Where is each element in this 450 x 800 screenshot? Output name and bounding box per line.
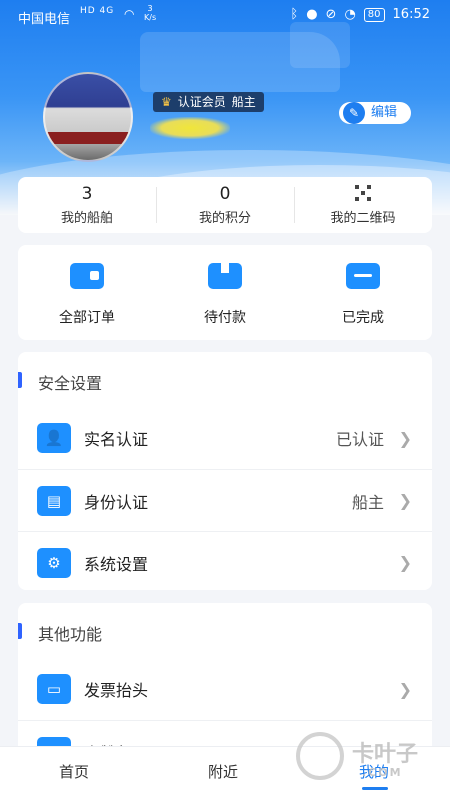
stats-card: 3 我的船舶 0 我的积分 我的二维码 <box>18 177 432 233</box>
edit-profile-label: 编辑 <box>371 105 398 120</box>
row-label: 系统设置 <box>84 554 149 574</box>
row-label: 身份认证 <box>84 492 149 512</box>
tab-home[interactable]: 首页 <box>59 761 89 782</box>
order-label: 已完成 <box>342 310 384 326</box>
member-badge: ♛ 认证会员 船主 <box>153 92 264 112</box>
stat-value: 0 <box>219 184 231 204</box>
alarm-icon: ◔ <box>344 7 356 22</box>
edit-profile-button[interactable]: ✎ 编辑 <box>339 102 411 124</box>
row-value: 已认证 <box>335 430 384 449</box>
stat-my-qrcode[interactable]: 我的二维码 <box>294 177 432 233</box>
section-title: 其他功能 <box>38 625 103 644</box>
stat-label: 我的积分 <box>198 211 251 226</box>
watermark-sub: .COM <box>362 766 403 779</box>
feather-icon: ✎ <box>343 102 365 124</box>
stat-value: 3 <box>81 184 93 204</box>
wallet-icon <box>70 263 104 289</box>
watermark-logo-icon <box>296 732 344 780</box>
id-card-icon: ▤ <box>37 485 71 516</box>
wifi-icon: ◠ <box>124 7 135 21</box>
network-speed: 3 K/s <box>144 4 156 22</box>
card-icon <box>346 263 380 289</box>
battery-icon: 80 <box>363 7 385 22</box>
orders-pending-payment-button[interactable]: 待付款 <box>156 245 294 340</box>
qr-code-icon <box>355 184 371 201</box>
chevron-right-icon: ❯ <box>398 679 412 699</box>
row-system-settings[interactable]: ⚙ 系统设置 ❯ <box>18 531 432 593</box>
row-value: 船主 <box>351 492 384 512</box>
network-indicator: HD 4G <box>80 6 115 16</box>
chevron-right-icon: ❯ <box>398 491 412 510</box>
row-label: 实名认证 <box>84 430 149 449</box>
stat-my-ships[interactable]: 3 我的船舶 <box>18 177 156 233</box>
member-badge-label: 认证会员 <box>177 95 226 109</box>
carrier-name: 中国电信 <box>18 12 71 27</box>
avatar[interactable] <box>43 72 133 162</box>
member-role: 船主 <box>231 95 256 109</box>
orders-all-button[interactable]: 全部订单 <box>18 245 156 340</box>
orders-card: 全部订单 待付款 已完成 <box>18 245 432 340</box>
stat-my-points[interactable]: 0 我的积分 <box>156 177 294 233</box>
chevron-right-icon: ❯ <box>398 428 412 448</box>
status-bar: 中国电信 HD 4G ◠ 3 K/s ᛒ ● ⊘ ◔ 80 16:52 <box>0 0 450 32</box>
location-icon: ● <box>306 7 318 22</box>
order-label: 待付款 <box>204 310 246 326</box>
clock: 16:52 <box>392 7 430 22</box>
section-accent-bar <box>18 623 22 639</box>
section-accent-bar <box>18 372 22 388</box>
order-label: 全部订单 <box>59 310 115 326</box>
orders-completed-button[interactable]: 已完成 <box>294 245 432 340</box>
tab-nearby[interactable]: 附近 <box>208 761 238 782</box>
row-real-name-verification[interactable]: 👤 实名认证 已认证 ❯ <box>18 407 432 469</box>
row-label: 发票抬头 <box>84 681 149 700</box>
stat-label: 我的船舶 <box>60 211 113 226</box>
network-speed-unit: K/s <box>144 13 157 22</box>
username-redacted <box>150 117 230 139</box>
network-speed-value: 3 <box>147 4 153 13</box>
watermark: 卡叶子 .COM <box>296 724 446 794</box>
mute-icon: ⊘ <box>325 7 337 22</box>
section-title: 安全设置 <box>38 374 103 393</box>
row-identity-verification[interactable]: ▤ 身份认证 船主 ❯ <box>18 469 432 531</box>
watermark-text: 卡叶子 <box>352 742 419 767</box>
security-settings-card: 安全设置 👤 实名认证 已认证 ❯ ▤ 身份认证 船主 ❯ ⚙ 系统设置 ❯ <box>18 352 432 590</box>
stat-label: 我的二维码 <box>330 210 396 226</box>
invoice-icon: ▭ <box>37 674 71 704</box>
gear-icon: ⚙ <box>37 547 71 578</box>
chevron-right-icon: ❯ <box>398 553 412 572</box>
bluetooth-icon: ᛒ <box>290 7 299 22</box>
row-invoice-title[interactable]: ▭ 发票抬头 ❯ <box>18 658 432 720</box>
crown-icon: ♛ <box>161 95 172 109</box>
package-icon <box>208 263 242 289</box>
verified-user-icon: 👤 <box>37 423 71 453</box>
